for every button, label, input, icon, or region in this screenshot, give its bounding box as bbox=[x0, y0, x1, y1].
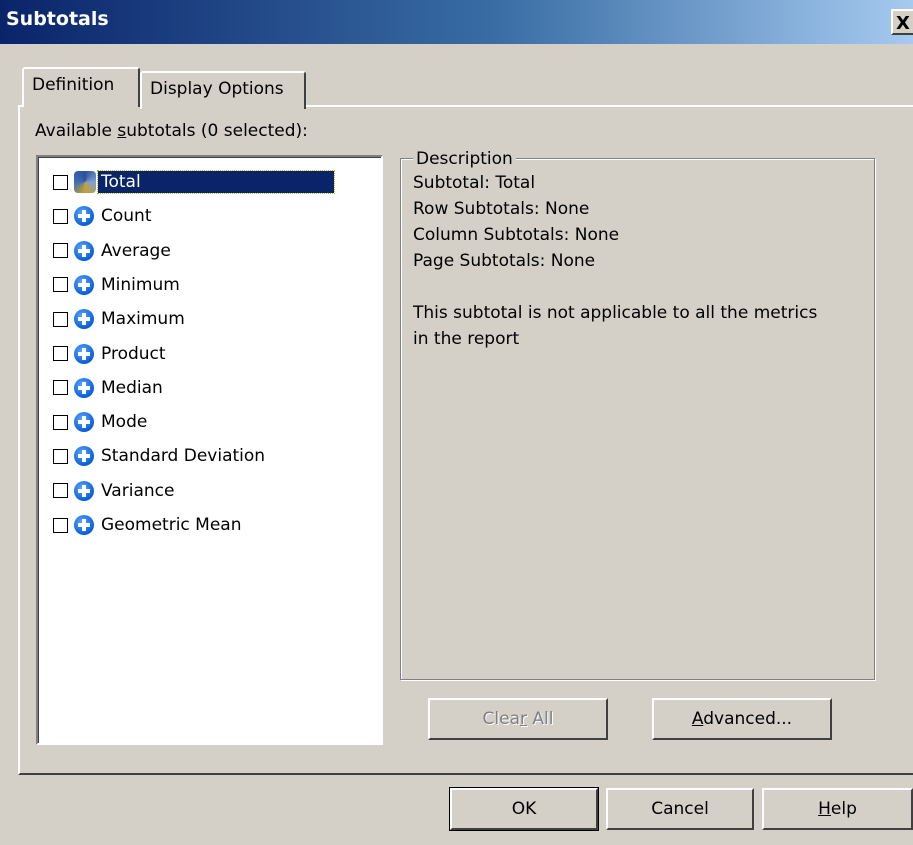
item-checkbox[interactable] bbox=[53, 483, 68, 499]
description-legend: Description bbox=[413, 149, 516, 169]
plus-icon bbox=[74, 343, 94, 364]
help-suffix: elp bbox=[830, 799, 857, 819]
tab-display-options[interactable]: Display Options bbox=[140, 71, 306, 109]
available-subtotals-label: Available subtotals (0 selected): bbox=[35, 121, 308, 141]
plus-icon bbox=[74, 309, 94, 330]
title-bar: Subtotals bbox=[0, 0, 913, 44]
item-label: Maximum bbox=[101, 309, 185, 330]
window-title: Subtotals bbox=[6, 8, 109, 30]
plus-icon bbox=[74, 480, 94, 501]
clear-all-mnemonic: r bbox=[520, 709, 527, 729]
close-button[interactable]: X bbox=[891, 9, 913, 35]
list-item[interactable]: Variance bbox=[53, 475, 177, 507]
list-item[interactable]: Count bbox=[53, 200, 155, 232]
item-checkbox[interactable] bbox=[53, 311, 68, 327]
item-label: Average bbox=[101, 240, 171, 261]
description-line: Row Subtotals: None bbox=[413, 199, 590, 219]
item-checkbox[interactable] bbox=[53, 380, 68, 396]
list-item[interactable]: Geometric Mean bbox=[53, 509, 245, 541]
description-group: Description Subtotal: Total Row Subtotals… bbox=[400, 149, 875, 680]
advanced-suffix: dvanced... bbox=[703, 709, 793, 729]
clear-all-suffix: All bbox=[527, 709, 554, 729]
item-checkbox[interactable] bbox=[53, 208, 68, 224]
plus-icon bbox=[74, 206, 94, 227]
plus-icon bbox=[74, 412, 94, 433]
advanced-mnemonic: A bbox=[691, 709, 704, 729]
item-checkbox[interactable] bbox=[53, 448, 68, 464]
list-item[interactable]: Maximum bbox=[53, 303, 188, 335]
ok-button[interactable]: OK bbox=[449, 787, 599, 831]
plus-icon bbox=[74, 240, 94, 261]
label-prefix: Available bbox=[35, 121, 118, 141]
clear-all-button[interactable]: Clear All bbox=[428, 698, 608, 740]
description-line: in the report bbox=[413, 329, 520, 349]
list-item[interactable]: Average bbox=[53, 235, 174, 267]
list-item[interactable]: Product bbox=[53, 338, 169, 370]
item-checkbox[interactable] bbox=[53, 174, 68, 190]
close-icon: X bbox=[896, 13, 910, 34]
list-item[interactable]: Minimum bbox=[53, 269, 183, 301]
description-line: This subtotal is not applicable to all t… bbox=[413, 303, 818, 323]
plus-icon bbox=[74, 446, 94, 467]
item-label: Mode bbox=[101, 412, 148, 433]
description-line: Page Subtotals: None bbox=[413, 251, 596, 271]
total-icon bbox=[74, 171, 96, 193]
label-suffix: ubtotals (0 selected): bbox=[126, 121, 308, 141]
item-label: Product bbox=[101, 343, 166, 364]
list-item[interactable]: Standard Deviation bbox=[53, 440, 268, 472]
item-checkbox[interactable] bbox=[53, 277, 68, 293]
item-checkbox[interactable] bbox=[53, 346, 68, 361]
cancel-button[interactable]: Cancel bbox=[606, 788, 754, 830]
item-label: Variance bbox=[101, 480, 175, 501]
help-mnemonic: H bbox=[818, 799, 831, 819]
description-line: Subtotal: Total bbox=[413, 173, 536, 193]
list-item[interactable]: Mode bbox=[53, 406, 150, 438]
list-item[interactable]: Median bbox=[53, 372, 166, 404]
item-checkbox[interactable] bbox=[53, 414, 68, 430]
item-checkbox[interactable] bbox=[53, 243, 68, 259]
plus-icon bbox=[74, 377, 94, 398]
help-button[interactable]: Help bbox=[762, 788, 913, 830]
item-label: Standard Deviation bbox=[101, 446, 266, 467]
plus-icon bbox=[74, 515, 94, 535]
item-label: Count bbox=[101, 206, 152, 227]
item-label: Total bbox=[97, 170, 335, 194]
list-inner: Total Count Average Minimum Maximum Product Me… bbox=[38, 157, 381, 743]
plus-icon bbox=[74, 274, 94, 295]
tab-definition[interactable]: Definition bbox=[22, 67, 140, 107]
description-line: Column Subtotals: None bbox=[413, 225, 620, 245]
list-item[interactable]: Total bbox=[53, 166, 335, 198]
item-label: Minimum bbox=[101, 274, 180, 295]
clear-all-prefix: Clea bbox=[482, 709, 520, 729]
item-label: Median bbox=[101, 377, 163, 398]
label-mnemonic: s bbox=[117, 121, 127, 141]
item-checkbox[interactable] bbox=[53, 517, 68, 533]
item-label: Geometric Mean bbox=[101, 515, 242, 535]
subtotals-list[interactable]: Total Count Average Minimum Maximum Product Me… bbox=[36, 155, 383, 745]
advanced-button[interactable]: Advanced... bbox=[652, 698, 832, 740]
